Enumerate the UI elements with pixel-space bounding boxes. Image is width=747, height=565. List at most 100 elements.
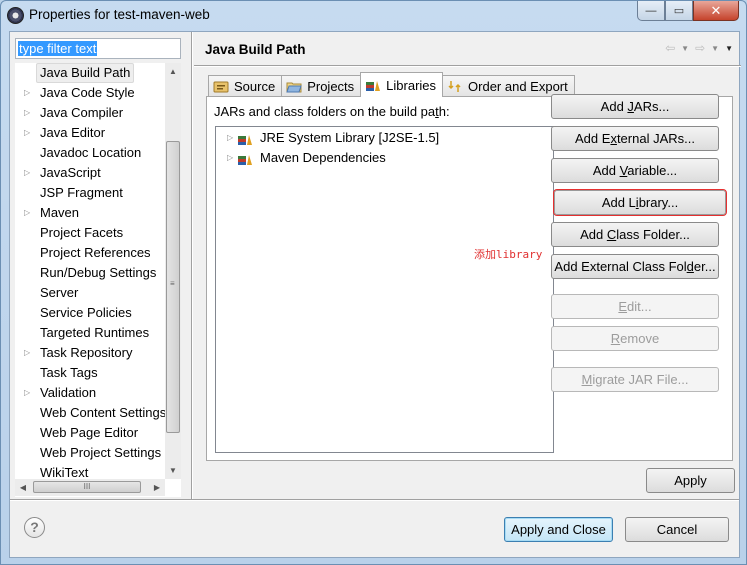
migrate-jar-file-button[interactable]: Migrate JAR File... (551, 367, 719, 392)
sidebar-item[interactable]: Web Content Settings (15, 403, 167, 423)
back-arrow-icon[interactable]: ⇦ (665, 41, 675, 55)
sidebar-item[interactable]: Service Policies (15, 303, 165, 323)
scroll-left-arrow-icon[interactable]: ◀ (15, 479, 31, 496)
hscroll-thumb[interactable]: III (33, 481, 141, 493)
sidebar-item[interactable]: ▷ JavaScript (15, 163, 165, 183)
maximize-button[interactable]: ▭ (665, 1, 693, 21)
library-icon (238, 132, 254, 152)
expand-arrow-icon[interactable]: ▷ (24, 203, 30, 223)
sash-divider[interactable] (191, 32, 193, 499)
expand-arrow-icon[interactable]: ▷ (227, 148, 233, 168)
add-class-folder-button[interactable]: Add Class Folder... (551, 222, 719, 247)
sidebar-item-label: Javadoc Location (40, 145, 142, 160)
sidebar-item[interactable]: ▷ Java Editor (15, 123, 165, 143)
remove-button[interactable]: Remove (551, 326, 719, 351)
add-external-jars-button[interactable]: Add External JARs... (551, 126, 719, 151)
expand-arrow-icon[interactable]: ▷ (24, 83, 30, 103)
sidebar-item-label: Project References (40, 245, 151, 260)
sidebar-item-label: Web Content Settings (40, 405, 167, 420)
sidebar-item-label: Web Project Settings (40, 445, 162, 460)
filter-text[interactable]: type filter text (18, 41, 98, 56)
tab-libraries[interactable]: Libraries (360, 72, 444, 97)
vertical-scrollbar[interactable]: ▲ ≡ ▼ (165, 63, 181, 479)
title-separator (194, 65, 741, 67)
scroll-down-arrow-icon[interactable]: ▼ (165, 462, 181, 479)
minimize-button[interactable]: — (637, 1, 665, 21)
sidebar-item[interactable]: ▷ Java Code Style (15, 83, 165, 103)
add-variable-button[interactable]: Add Variable... (551, 158, 719, 183)
add-jars-button[interactable]: Add JARs... (551, 94, 719, 119)
sidebar-item[interactable]: ▷ Java Compiler (15, 103, 165, 123)
preference-tree: Java Build Path ▷ Java Code Style ▷ Java Com… (15, 63, 181, 497)
window-title: Properties for test-maven-web (29, 7, 210, 22)
edit-button[interactable]: Edit... (551, 294, 719, 319)
sidebar-item[interactable]: Task Tags (15, 363, 165, 383)
preference-nav: type filter text Java Build Path ▷ Java Co… (10, 32, 190, 499)
horizontal-scrollbar[interactable]: ◀ III ▶ (15, 479, 165, 496)
eclipse-app-icon (7, 7, 24, 24)
sidebar-item[interactable]: ▷ Maven (15, 203, 165, 223)
sidebar-item[interactable]: ▷ Task Repository (15, 343, 165, 363)
tab-projects-label: Projects (307, 79, 355, 94)
page-navigation: ⇦ ▼ ⇨ ▼ ▼ (665, 41, 733, 55)
filter-input[interactable]: type filter text (15, 38, 181, 59)
add-external-class-folder-button[interactable]: Add External Class Folder... (551, 254, 719, 279)
sidebar-item-label: Java Code Style (40, 85, 135, 100)
back-dropdown-icon[interactable]: ▼ (681, 44, 689, 53)
sidebar-item[interactable]: Javadoc Location (15, 143, 165, 163)
sidebar-item[interactable]: Run/Debug Settings (15, 263, 165, 283)
help-icon[interactable]: ? (24, 517, 45, 538)
sidebar-item-label: Web Page Editor (40, 425, 139, 440)
scroll-up-arrow-icon[interactable]: ▲ (165, 63, 181, 80)
sidebar-item[interactable]: Web Page Editor (15, 423, 165, 443)
sidebar-item-label: Java Compiler (40, 105, 124, 120)
sidebar-item[interactable]: JSP Fragment (15, 183, 165, 203)
apply-button[interactable]: Apply (646, 468, 735, 493)
window-controls: — ▭ ✕ (637, 1, 739, 21)
sidebar-item[interactable]: Java Build Path (15, 63, 165, 83)
title-bar[interactable]: Properties for test-maven-web — ▭ ✕ (1, 1, 746, 31)
scroll-right-arrow-icon[interactable]: ▶ (149, 479, 165, 496)
order-export-icon (447, 80, 463, 93)
add-library-button[interactable]: Add Library... (553, 189, 727, 216)
sidebar-item-label: JavaScript (40, 165, 101, 180)
sidebar-item[interactable]: ▷ Validation (15, 383, 165, 403)
apply-and-close-button[interactable]: Apply and Close (504, 517, 613, 542)
sidebar-item[interactable]: Project References (15, 243, 165, 263)
libraries-panel: JARs and class folders on the build path… (206, 94, 733, 461)
expand-arrow-icon[interactable]: ▷ (24, 103, 30, 123)
expand-arrow-icon[interactable]: ▷ (24, 383, 30, 403)
close-button[interactable]: ✕ (693, 1, 739, 21)
tab-order-export-label: Order and Export (468, 79, 568, 94)
tab-libraries-label: Libraries (386, 77, 437, 93)
library-label: Maven Dependencies (260, 150, 386, 165)
forward-arrow-icon[interactable]: ⇨ (695, 41, 705, 55)
sidebar-item-label: Validation (40, 385, 97, 400)
tab-projects[interactable]: Projects (281, 75, 362, 97)
expand-arrow-icon[interactable]: ▷ (24, 163, 30, 183)
sidebar-item-label: Run/Debug Settings (40, 265, 157, 280)
cancel-button[interactable]: Cancel (625, 517, 729, 542)
sidebar-item[interactable]: Project Facets (15, 223, 165, 243)
library-tree[interactable]: ▷ JRE System Library [J2SE-1.5] ▷ Maven … (215, 126, 554, 453)
library-icon (238, 152, 254, 172)
sidebar-item-label: Task Tags (40, 365, 98, 380)
expand-arrow-icon[interactable]: ▷ (227, 128, 233, 148)
tab-source[interactable]: Source (208, 75, 283, 97)
build-path-tabs: Source Projects Libraries Order and Expo… (208, 72, 575, 97)
footer-separator (10, 499, 739, 501)
forward-dropdown-icon[interactable]: ▼ (711, 44, 719, 53)
view-menu-icon[interactable]: ▼ (725, 44, 733, 53)
property-page: Java Build Path ⇦ ▼ ⇨ ▼ ▼ Source Project… (194, 32, 741, 499)
sidebar-item-label: Java Build Path (36, 63, 135, 83)
sidebar-item[interactable]: Web Project Settings (15, 443, 165, 463)
expand-arrow-icon[interactable]: ▷ (24, 343, 30, 363)
scroll-thumb[interactable]: ≡ (166, 141, 180, 433)
expand-arrow-icon[interactable]: ▷ (24, 123, 30, 143)
source-folder-icon (213, 80, 229, 93)
sidebar-item[interactable]: Targeted Runtimes (15, 323, 165, 343)
sidebar-item[interactable]: Server (15, 283, 165, 303)
properties-window: Properties for test-maven-web — ▭ ✕ type… (0, 0, 747, 565)
sidebar-item-label: Project Facets (40, 225, 124, 240)
sidebar-item-label: Targeted Runtimes (40, 325, 150, 340)
